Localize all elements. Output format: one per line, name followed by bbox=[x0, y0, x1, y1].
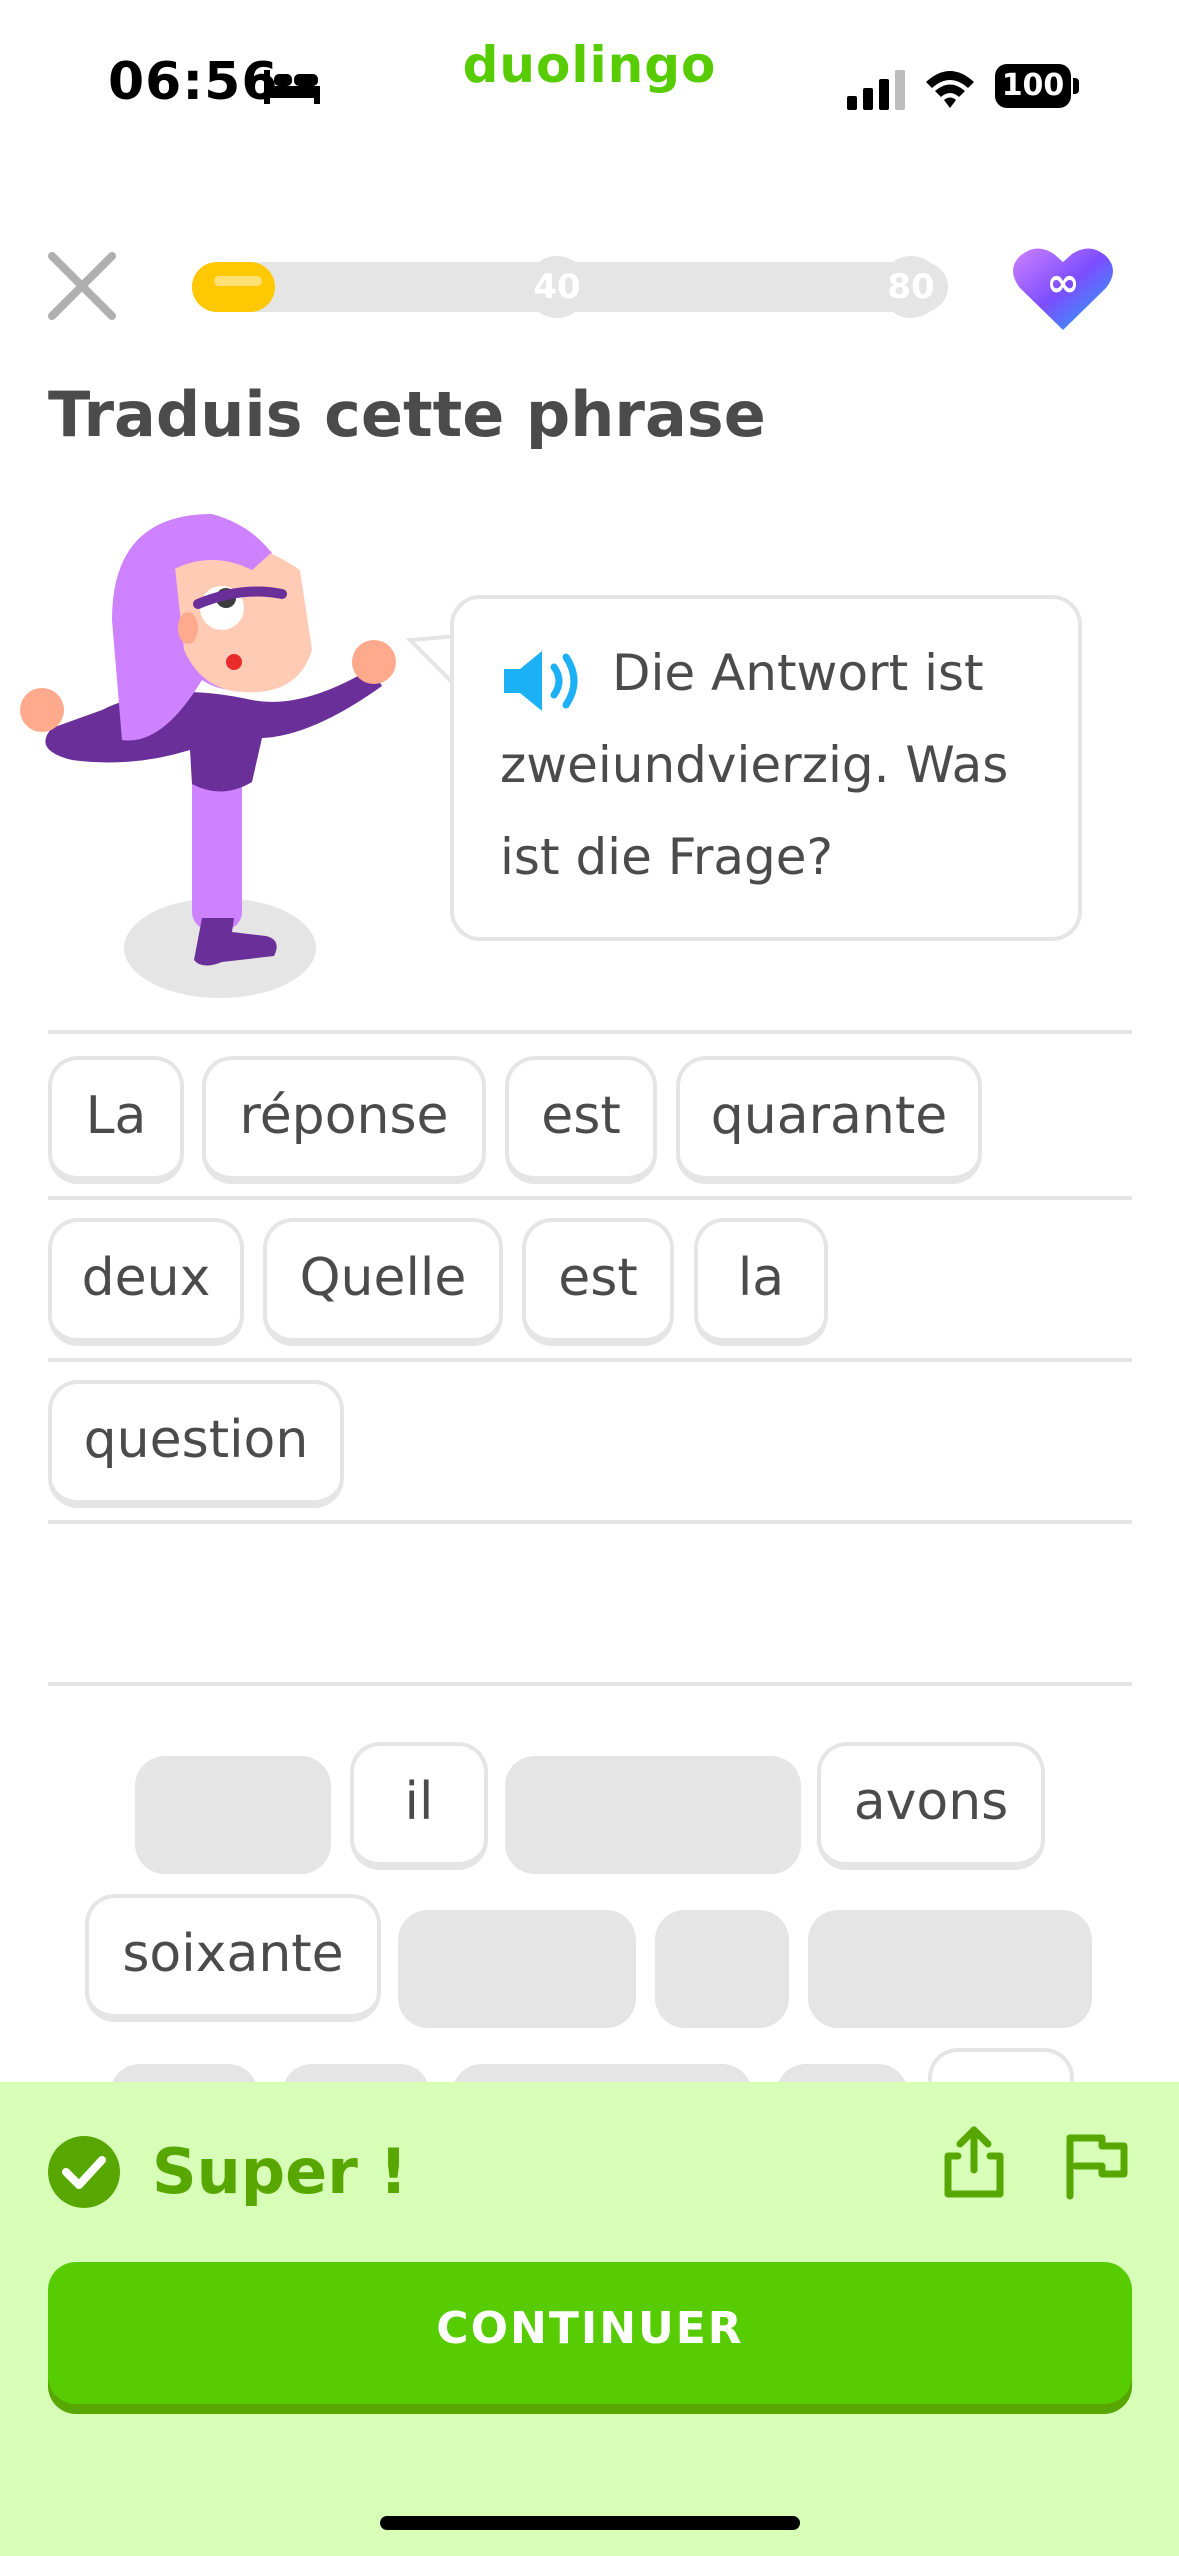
answer-chip[interactable]: question bbox=[48, 1380, 344, 1508]
character-illustration bbox=[20, 514, 396, 998]
hearts-count: ∞ bbox=[1046, 260, 1079, 306]
answer-chip[interactable]: Quelle bbox=[263, 1218, 503, 1346]
used-word-slot bbox=[505, 1756, 801, 1874]
feedback-title: Super ! bbox=[152, 2135, 408, 2208]
source-sentence: Die Antwort ist zweiundvierzig. Was ist … bbox=[500, 644, 1009, 886]
continue-button[interactable]: CONTINUER bbox=[48, 2262, 1132, 2404]
answer-chip[interactable]: est bbox=[522, 1218, 674, 1346]
close-icon[interactable] bbox=[44, 248, 120, 324]
milestone-80: 80 bbox=[880, 256, 942, 318]
used-word-slot bbox=[135, 1756, 331, 1874]
answer-line bbox=[48, 1358, 1132, 1362]
infinite-hearts-icon[interactable]: ∞ bbox=[1012, 244, 1114, 332]
home-indicator[interactable] bbox=[380, 2516, 800, 2530]
answer-chip[interactable]: est bbox=[505, 1056, 657, 1184]
signal-icon bbox=[847, 70, 905, 110]
used-word-slot bbox=[398, 1910, 636, 2028]
answer-chip[interactable]: deux bbox=[48, 1218, 244, 1346]
speech-bubble: Die Antwort ist zweiundvierzig. Was ist … bbox=[450, 595, 1082, 941]
answer-chip[interactable]: La bbox=[48, 1056, 184, 1184]
answer-line bbox=[48, 1030, 1132, 1034]
battery-icon: 100 bbox=[995, 64, 1079, 108]
milestone-40: 40 bbox=[526, 256, 588, 318]
answer-chip[interactable]: réponse bbox=[202, 1056, 486, 1184]
battery-level: 100 bbox=[995, 64, 1071, 108]
answer-chip[interactable]: la bbox=[694, 1218, 828, 1346]
page-title: Traduis cette phrase bbox=[48, 378, 766, 451]
progress-fill bbox=[192, 262, 276, 312]
progress-bar: 40 80 bbox=[192, 256, 948, 318]
used-word-slot bbox=[808, 1910, 1092, 2028]
share-icon[interactable] bbox=[942, 2124, 1006, 2200]
report-flag-icon[interactable] bbox=[1062, 2130, 1132, 2200]
word-bank-chip[interactable]: avons bbox=[817, 1742, 1045, 1870]
word-bank-chip[interactable]: il bbox=[350, 1742, 488, 1870]
answer-line bbox=[48, 1682, 1132, 1686]
answer-line bbox=[48, 1196, 1132, 1200]
wifi-icon bbox=[926, 71, 974, 108]
answer-line bbox=[48, 1520, 1132, 1524]
used-word-slot bbox=[655, 1910, 789, 2028]
word-bank-chip[interactable]: soixante bbox=[85, 1894, 381, 2022]
answer-chip[interactable]: quarante bbox=[676, 1056, 982, 1184]
check-circle-icon bbox=[48, 2136, 120, 2208]
